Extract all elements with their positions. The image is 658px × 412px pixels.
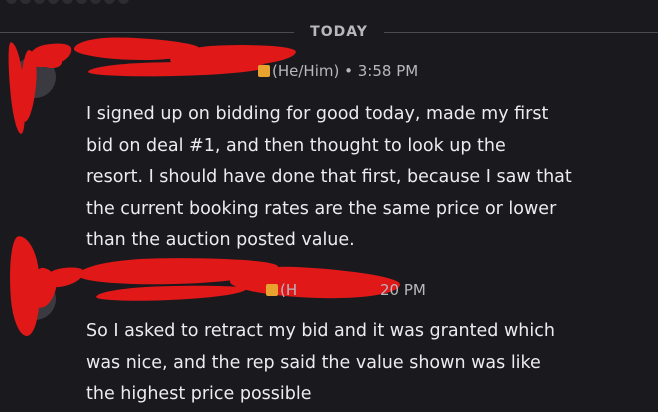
message-line: So I asked to retract my bid and it was … bbox=[86, 321, 555, 341]
message-line: the current booking rates are the same p… bbox=[86, 198, 557, 219]
message-line: the highest price possible bbox=[86, 384, 312, 404]
author-pronouns: (H bbox=[280, 281, 298, 299]
divider-line-left bbox=[0, 32, 294, 33]
message-timestamp[interactable]: 20 PM bbox=[380, 281, 426, 299]
message-line: than the auction posted value. bbox=[86, 230, 355, 250]
message-line: resort. I should have done that first, b… bbox=[86, 167, 572, 187]
day-divider-label: TODAY bbox=[310, 24, 368, 40]
message-header: (H bbox=[266, 281, 297, 299]
redaction-mark bbox=[87, 60, 269, 78]
cropped-top-elements bbox=[0, 0, 658, 5]
author-pronouns: (He/Him) bbox=[272, 62, 340, 80]
header-separator: • bbox=[344, 62, 353, 80]
role-badge-icon bbox=[258, 65, 270, 77]
message-body: So I asked to retract my bid and it was … bbox=[86, 316, 626, 411]
message-body: I signed up on bidding for good today, m… bbox=[86, 99, 626, 257]
message-header: (He/Him) • 3:58 PM bbox=[258, 62, 418, 80]
message-line: bid on deal #1, and then thought to look… bbox=[86, 135, 506, 156]
role-badge-icon bbox=[266, 284, 278, 296]
message-line: I signed up on bidding for good today, m… bbox=[86, 104, 549, 124]
redaction-mark bbox=[229, 263, 401, 303]
message-line: was nice, and the rep said the value sho… bbox=[86, 352, 541, 373]
divider-line-right bbox=[384, 32, 658, 33]
message-timestamp[interactable]: 3:58 PM bbox=[358, 62, 418, 80]
redaction-mark bbox=[95, 283, 247, 303]
